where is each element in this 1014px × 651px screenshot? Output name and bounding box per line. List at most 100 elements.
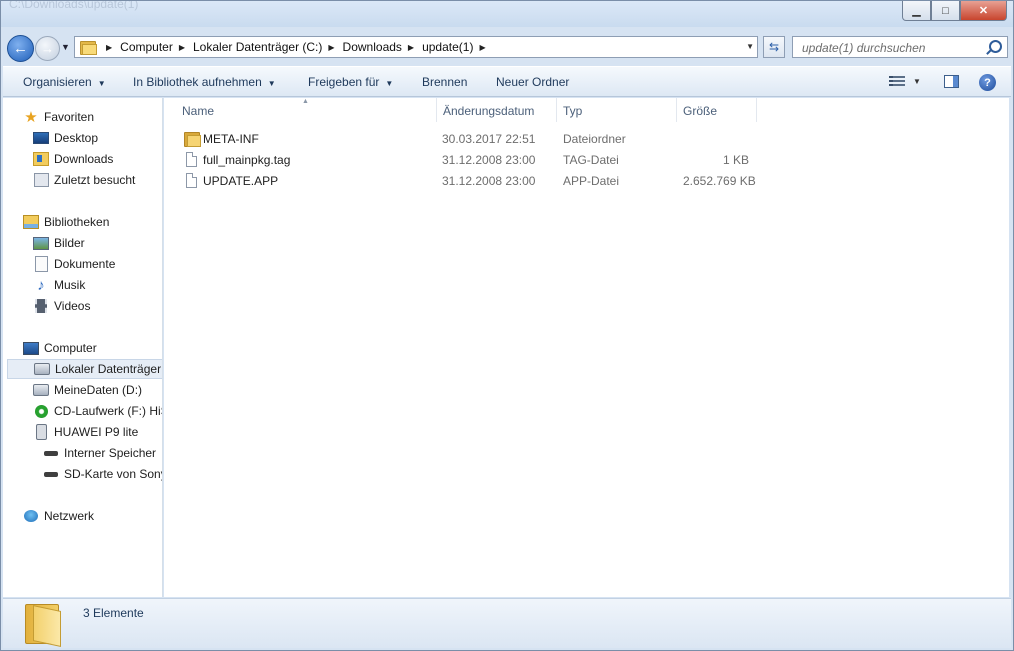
sidebar-item-recent[interactable]: Zuletzt besucht bbox=[33, 170, 135, 190]
breadcrumb-chevron-icon[interactable]: ▶ bbox=[106, 43, 112, 52]
file-size: 2.652.769 KB bbox=[683, 174, 756, 188]
breadcrumb-chevron-icon[interactable]: ▶ bbox=[479, 43, 485, 52]
view-options-icon[interactable] bbox=[889, 76, 905, 88]
sidebar-item-videos[interactable]: Videos bbox=[33, 296, 90, 316]
file-row[interactable]: UPDATE.APP 31.12.2008 23:00 APP-Datei 2.… bbox=[180, 171, 780, 192]
breadcrumb-update1[interactable]: update(1) bbox=[422, 40, 473, 54]
column-divider[interactable] bbox=[556, 98, 557, 122]
file-row[interactable]: full_mainpkg.tag 31.12.2008 23:00 TAG-Da… bbox=[180, 150, 780, 171]
sidebar-item-label: HUAWEI P9 lite bbox=[54, 425, 139, 439]
storage-card-icon bbox=[43, 445, 59, 461]
burn-button[interactable]: Brennen bbox=[422, 75, 467, 89]
search-box[interactable] bbox=[792, 36, 1008, 58]
sidebar-item-drive-f[interactable]: CD-Laufwerk (F:) HiSuite bbox=[33, 401, 162, 421]
file-type: Dateiordner bbox=[563, 132, 626, 146]
folder-icon bbox=[25, 604, 63, 647]
file-name[interactable]: UPDATE.APP bbox=[203, 174, 278, 188]
search-icon[interactable] bbox=[989, 40, 1002, 53]
search-input[interactable] bbox=[800, 38, 984, 58]
column-divider[interactable] bbox=[436, 98, 437, 122]
preview-pane-icon[interactable] bbox=[944, 75, 959, 88]
help-icon[interactable]: ? bbox=[979, 74, 996, 91]
sidebar-item-drive-d[interactable]: MeineDaten (D:) bbox=[33, 380, 142, 400]
file-row[interactable]: META-INF 30.03.2017 22:51 Dateiordner bbox=[180, 129, 780, 150]
sidebar-item-label: Videos bbox=[54, 299, 91, 313]
star-icon: ★ bbox=[24, 109, 38, 126]
view-options-dropdown-icon[interactable]: ▼ bbox=[913, 77, 921, 86]
file-date: 31.12.2008 23:00 bbox=[442, 174, 536, 188]
file-type: TAG-Datei bbox=[563, 153, 619, 167]
address-bar[interactable]: ▶ Computer ▶ Lokaler Datenträger (C:) ▶ … bbox=[74, 36, 758, 58]
share-with-button[interactable]: Freigeben für ▼ bbox=[308, 75, 393, 89]
computer-icon bbox=[23, 340, 39, 356]
breadcrumb-downloads[interactable]: Downloads bbox=[343, 40, 402, 54]
sidebar-item-phone[interactable]: HUAWEI P9 lite bbox=[33, 422, 138, 442]
file-type: APP-Datei bbox=[563, 174, 620, 188]
forward-button[interactable]: → bbox=[35, 36, 60, 61]
sidebar-item-libraries[interactable]: Bibliotheken bbox=[23, 212, 109, 232]
maximize-button[interactable]: □ bbox=[931, 1, 960, 21]
cd-drive-icon bbox=[33, 403, 49, 419]
recent-pages-dropdown-icon[interactable]: ▼ bbox=[61, 42, 70, 52]
breadcrumb-drive-c[interactable]: Lokaler Datenträger (C:) bbox=[193, 40, 322, 54]
sidebar-item-downloads[interactable]: Downloads bbox=[33, 149, 113, 169]
hard-drive-icon bbox=[33, 382, 49, 398]
refresh-icon: ⇆ bbox=[768, 40, 780, 54]
sidebar-item-label: Lokaler Datenträger bbox=[55, 362, 162, 376]
back-button[interactable]: ← bbox=[7, 35, 34, 62]
column-header-type[interactable]: Typ bbox=[563, 104, 582, 118]
sidebar-item-documents[interactable]: Dokumente bbox=[33, 254, 115, 274]
column-header-size[interactable]: Größe bbox=[683, 104, 717, 118]
sidebar-item-network[interactable]: Netzwerk bbox=[23, 506, 94, 526]
chevron-down-icon: ▼ bbox=[385, 79, 394, 88]
breadcrumb-chevron-icon[interactable]: ▶ bbox=[328, 43, 334, 52]
close-button[interactable]: ✕ bbox=[960, 1, 1007, 21]
sidebar-item-drive-c[interactable]: Lokaler Datenträger bbox=[7, 359, 162, 379]
column-header-name[interactable]: Name bbox=[182, 104, 214, 118]
phone-icon bbox=[33, 424, 49, 440]
sidebar-item-label: Downloads bbox=[54, 152, 114, 166]
sidebar-item-label: Zuletzt besucht bbox=[54, 173, 136, 187]
sidebar-item-desktop[interactable]: Desktop bbox=[33, 128, 98, 148]
sidebar-item-pictures[interactable]: Bilder bbox=[33, 233, 85, 253]
address-history-dropdown-icon[interactable]: ▼ bbox=[746, 42, 754, 51]
add-to-library-button[interactable]: In Bibliothek aufnehmen ▼ bbox=[133, 75, 276, 89]
column-header-date[interactable]: Änderungsdatum bbox=[443, 104, 534, 118]
sidebar-item-music[interactable]: ♪ Musik bbox=[33, 275, 85, 295]
file-list[interactable]: ▲ Name Änderungsdatum Typ Größe META-INF… bbox=[164, 98, 1009, 597]
sidebar-item-sd-card[interactable]: SD-Karte von Sony bbox=[43, 464, 163, 484]
sidebar-item-computer[interactable]: Computer bbox=[23, 338, 97, 358]
column-divider[interactable] bbox=[676, 98, 677, 122]
column-divider[interactable] bbox=[756, 98, 757, 122]
sidebar-item-label: Bibliotheken bbox=[44, 215, 110, 229]
desktop-icon bbox=[33, 130, 49, 146]
libraries-icon bbox=[23, 214, 39, 230]
new-folder-button[interactable]: Neuer Ordner bbox=[496, 75, 569, 89]
chevron-down-icon: ▼ bbox=[97, 79, 106, 88]
documents-icon bbox=[33, 256, 49, 272]
breadcrumb-chevron-icon[interactable]: ▶ bbox=[408, 43, 414, 52]
local-disk-icon bbox=[34, 361, 50, 377]
file-name[interactable]: full_mainpkg.tag bbox=[203, 153, 290, 167]
sidebar-item-favorites[interactable]: ★ Favoriten bbox=[23, 107, 94, 127]
share-with-label: Freigeben für bbox=[308, 75, 380, 89]
sidebar-item-label: Computer bbox=[44, 341, 97, 355]
minimize-button[interactable]: ▁ bbox=[902, 1, 931, 21]
organize-menu-button[interactable]: Organisieren ▼ bbox=[23, 75, 106, 89]
breadcrumb-chevron-icon[interactable]: ▶ bbox=[179, 43, 185, 52]
chevron-down-icon: ▼ bbox=[267, 79, 276, 88]
sidebar-item-label: Favoriten bbox=[44, 110, 95, 124]
sidebar-item-internal-storage[interactable]: Interner Speicher bbox=[43, 443, 156, 463]
breadcrumb-computer[interactable]: Computer bbox=[120, 40, 173, 54]
file-date: 31.12.2008 23:00 bbox=[442, 153, 536, 167]
music-note-icon: ♪ bbox=[37, 276, 45, 294]
details-pane: 3 Elemente bbox=[3, 598, 1011, 648]
file-name[interactable]: META-INF bbox=[203, 132, 259, 146]
title-bar[interactable]: C:\Downloads\update(1) ▁ □ ✕ bbox=[1, 1, 1013, 27]
explorer-window: C:\Downloads\update(1) ▁ □ ✕ ← → ▼ ▶ Com… bbox=[0, 0, 1014, 651]
sidebar-item-label: Bilder bbox=[54, 236, 85, 250]
pictures-icon bbox=[33, 235, 49, 251]
refresh-button[interactable]: ⇆ bbox=[763, 36, 785, 58]
add-to-library-label: In Bibliothek aufnehmen bbox=[133, 75, 262, 89]
sidebar-item-label: SD-Karte von Sony bbox=[64, 467, 163, 481]
